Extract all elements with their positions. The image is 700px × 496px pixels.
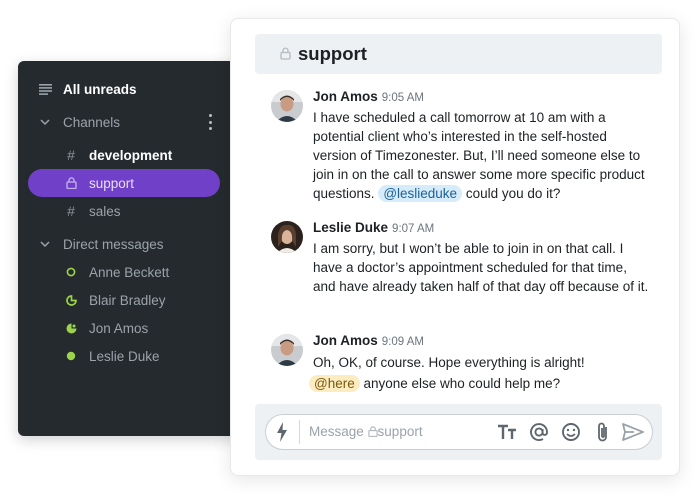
message-text-tail: anyone else who could help me?	[359, 376, 561, 391]
message-text-tail: could you do it?	[462, 186, 561, 201]
channel-label: support	[89, 175, 135, 191]
sidebar-item-jon-amos[interactable]: Jon Amos	[18, 314, 248, 342]
list-icon	[38, 82, 52, 96]
sidebar-item-anne-beckett[interactable]: Anne Beckett	[18, 258, 248, 286]
message-header: Jon Amos 9:05 AM	[313, 89, 424, 104]
message-placeholder: Message support	[309, 424, 423, 439]
avatar[interactable]	[271, 90, 303, 122]
avatar[interactable]	[271, 334, 303, 366]
message-text-content: Oh, OK, of course. Hope everything is al…	[313, 355, 585, 370]
sidebar-item-development[interactable]: # development	[18, 141, 248, 169]
direct-messages-section-label: Direct messages	[63, 236, 164, 252]
sidebar-item-blair-bradley[interactable]: Blair Bradley	[18, 286, 248, 314]
message-text-content: I am sorry, but I won’t be able to join …	[313, 241, 649, 294]
divider	[299, 420, 300, 444]
hash-icon: #	[67, 203, 75, 219]
message-header: Jon Amos 9:09 AM	[313, 333, 424, 348]
message-text: I have scheduled a call tomorrow at 10 a…	[313, 108, 649, 203]
lock-icon	[280, 47, 291, 65]
lock-icon	[64, 177, 78, 189]
sidebar-item-label: All unreads	[63, 81, 137, 97]
dm-label: Anne Beckett	[89, 264, 170, 280]
emoji-icon[interactable]	[560, 421, 582, 443]
text-format-icon[interactable]	[496, 421, 518, 443]
channel-label: sales	[89, 203, 121, 219]
message-header: Leslie Duke 9:07 AM	[313, 220, 434, 235]
dm-label: Jon Amos	[89, 320, 149, 336]
channels-section-toggle[interactable]: Channels	[18, 108, 248, 136]
lightning-icon[interactable]	[276, 422, 288, 447]
message-timestamp: 9:07 AM	[392, 223, 435, 235]
avatar[interactable]	[271, 221, 303, 253]
status-busy-icon	[65, 322, 77, 334]
chat-panel: support Jon Amos 9:05 AM I have scheduled…	[230, 18, 680, 476]
sidebar-item-support[interactable]: support	[18, 169, 248, 197]
mention-icon[interactable]	[528, 421, 550, 443]
sidebar-item-sales[interactable]: # sales	[18, 197, 248, 225]
chevron-down-icon	[40, 240, 50, 248]
message-author[interactable]: Leslie Duke	[313, 220, 388, 235]
message-text: I am sorry, but I won’t be able to join …	[313, 239, 649, 296]
hash-icon: #	[67, 147, 75, 163]
attachment-icon[interactable]	[592, 421, 614, 443]
status-offline-icon	[65, 266, 77, 278]
status-away-icon	[65, 294, 77, 306]
composer-area: Message support	[255, 404, 662, 460]
message-timestamp: 9:05 AM	[381, 92, 424, 104]
chevron-down-icon	[40, 118, 50, 126]
more-options-icon[interactable]	[207, 114, 213, 130]
status-online-icon	[65, 350, 77, 362]
here-mention[interactable]: @here	[309, 375, 360, 392]
channel-label: development	[89, 147, 173, 163]
channels-section-label: Channels	[63, 114, 121, 130]
dm-label: Blair Bradley	[89, 292, 166, 308]
dm-label: Leslie Duke	[89, 348, 160, 364]
message-author[interactable]: Jon Amos	[313, 333, 378, 348]
channel-header: support	[255, 34, 662, 74]
message-text: Oh, OK, of course. Hope everything is al…	[309, 352, 649, 394]
message-author[interactable]: Jon Amos	[313, 89, 378, 104]
message-input[interactable]: Message support	[265, 414, 653, 450]
sidebar-item-all-unreads[interactable]: All unreads	[18, 75, 248, 103]
sidebar: All unreads Channels # development suppo…	[18, 61, 248, 436]
direct-messages-section-toggle[interactable]: Direct messages	[18, 230, 248, 258]
message-timestamp: 9:09 AM	[381, 336, 424, 348]
sidebar-item-leslie-duke[interactable]: Leslie Duke	[18, 342, 248, 370]
send-icon[interactable]	[622, 421, 644, 443]
channel-title: support	[298, 43, 367, 64]
user-mention[interactable]: @leslieduke	[378, 185, 463, 202]
